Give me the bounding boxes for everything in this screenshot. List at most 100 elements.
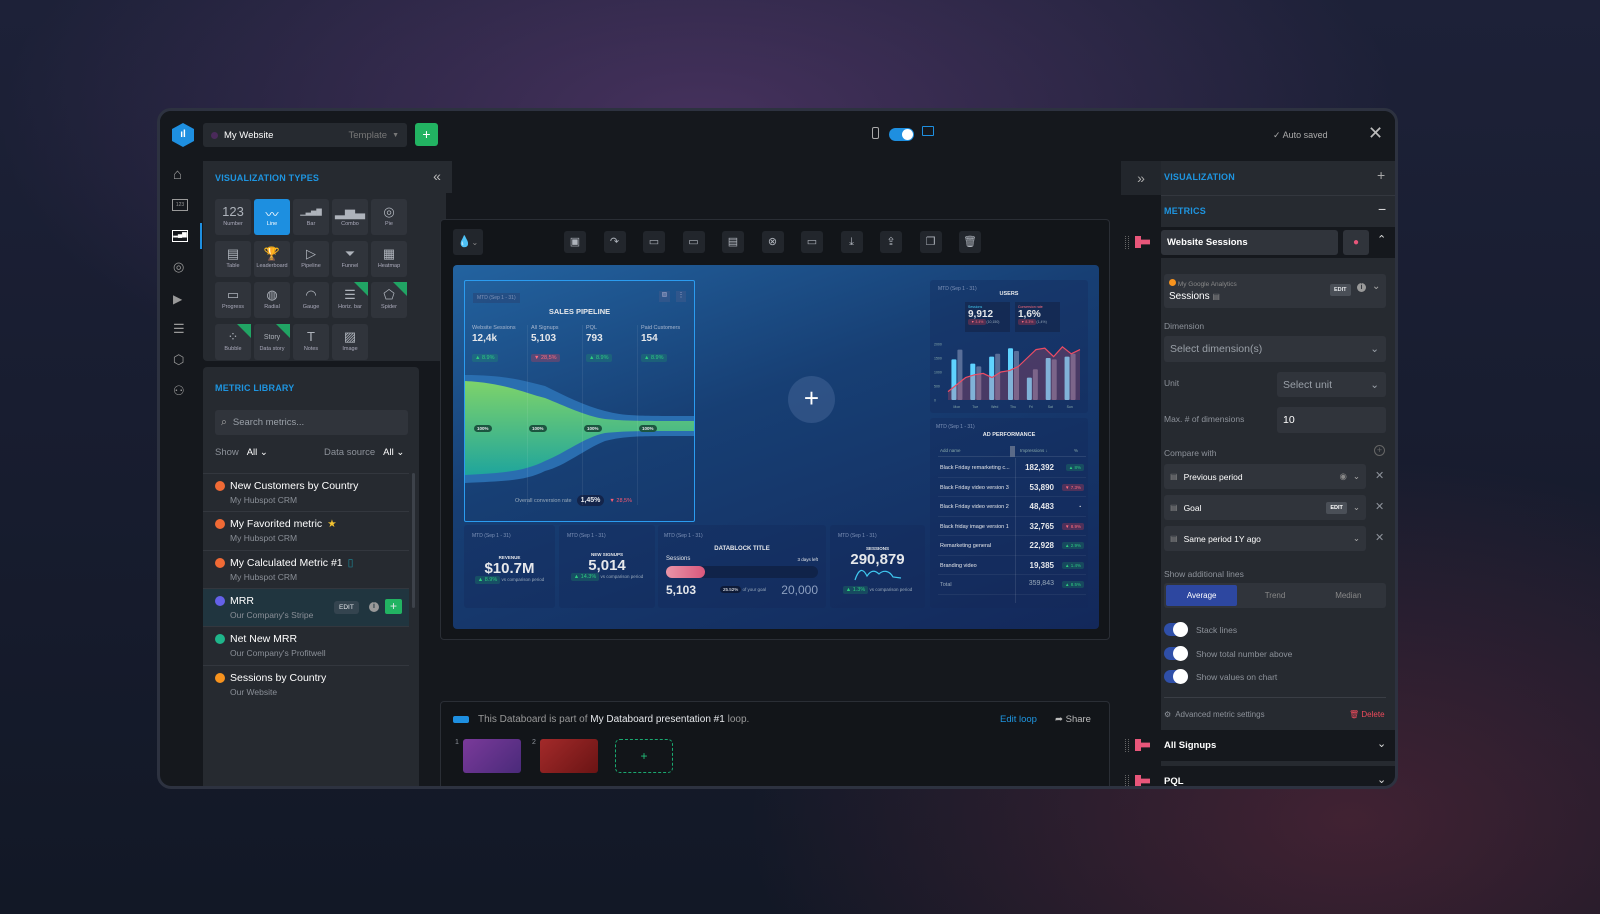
edit-loop-link[interactable]: Edit loop <box>1000 714 1037 725</box>
eye-icon[interactable]: ◉ <box>1339 471 1346 482</box>
add-block-button[interactable]: + <box>788 376 835 423</box>
metrics-section-header[interactable]: METRICS <box>1164 206 1206 216</box>
view-toggle[interactable] <box>889 128 914 141</box>
add-slide-button[interactable]: + <box>615 739 673 773</box>
loop-name[interactable]: My Databoard presentation #1 <box>590 714 725 725</box>
trash-button[interactable]: 🗑 <box>959 231 981 253</box>
remove-block-button[interactable]: ▭ <box>682 231 705 253</box>
duplicate-button[interactable]: ❐ <box>919 231 942 253</box>
table-row[interactable]: Black Friday remarketing c... 182,392 ▲ 8% <box>938 458 1086 478</box>
edit-metric-button[interactable]: EDIT <box>1330 284 1351 296</box>
metric-list-item[interactable]: MRR Our Company's Stripe EDIT i + <box>203 587 409 626</box>
data-source-filter[interactable]: Data source All ⌄ <box>324 447 404 458</box>
add-dashboard-button[interactable]: + <box>415 123 438 146</box>
remove-comparison-icon[interactable]: ✕ <box>1375 531 1384 544</box>
date-range-selector[interactable]: MTD (Sep 1 - 31) <box>838 533 877 539</box>
dimension-select[interactable]: Select dimension(s) ⌄ <box>1164 336 1386 362</box>
new-signups-block[interactable]: MTD (Sep 1 - 31) NEW SIGNUPS 5,014 ▲ 14.… <box>559 525 655 608</box>
visualization-icon[interactable]: ▂▄▆ <box>172 230 188 242</box>
metric-list-scrollbar[interactable] <box>412 473 415 608</box>
chevron-down-icon[interactable]: ⌄ <box>1353 502 1360 513</box>
hierarchy-icon[interactable]: ⚇ <box>173 383 185 399</box>
info-icon[interactable]: i <box>1357 283 1366 292</box>
redo-button[interactable]: ↷ <box>603 231 626 253</box>
collapse-panel-button[interactable]: « <box>422 161 452 193</box>
presentation-icon[interactable]: ▶ <box>173 292 182 306</box>
viz-type-number[interactable]: 123 Number <box>215 199 251 235</box>
table-row[interactable]: Total 359,843 ▲ 8.5% <box>938 575 1086 595</box>
viz-type-data-story[interactable]: Story Data story <box>254 323 290 360</box>
metric-list-item[interactable]: Sessions by Country Our Website <box>203 664 409 703</box>
viz-type-leaderboard[interactable]: 🏆 Leaderboard <box>254 240 290 277</box>
chevron-down-icon[interactable]: ⌄ <box>1353 533 1360 544</box>
metric-header-pql[interactable]: PQL ⌄ <box>1121 766 1395 786</box>
viz-type-bar[interactable]: ▁▃▅▇ Bar <box>293 199 329 235</box>
drag-handle-icon[interactable] <box>1125 739 1129 752</box>
viz-type-bubble[interactable]: ⁘ Bubble <box>215 323 251 360</box>
goals-icon[interactable]: ◎ <box>173 259 184 275</box>
table-row[interactable]: Black Friday video version 3 53,890 ▼ 7.3% <box>938 478 1086 497</box>
table-row[interactable]: Remarketing general 22,928 ▲ 2.9% <box>938 536 1086 556</box>
users-block[interactable]: MTD (Sep 1 - 31) USERS 2000 1500 1000 500 0 M… <box>930 280 1088 413</box>
date-range-selector[interactable]: MTD (Sep 1 - 31) <box>473 293 520 303</box>
table-row[interactable]: Branding video 19,385 ▲ 1.4% <box>938 556 1086 575</box>
metric-list-item[interactable]: My Calculated Metric #1 ▯ My Hubspot CRM <box>203 549 409 588</box>
date-range-selector[interactable]: MTD (Sep 1 - 31) <box>472 533 511 539</box>
compare-option[interactable]: ▤ Goal EDIT ⌄ <box>1164 495 1366 520</box>
date-range-selector[interactable]: MTD (Sep 1 - 31) <box>567 533 606 539</box>
image-button[interactable]: ▣ <box>564 231 586 253</box>
add-block-button[interactable]: ▭ <box>643 231 665 253</box>
column-header[interactable]: Add name <box>940 448 961 453</box>
slide-thumbnail-2[interactable] <box>540 739 598 773</box>
compare-option[interactable]: ▤ Same period 1Y ago ⌄ <box>1164 526 1366 551</box>
collapse-icon[interactable]: − <box>1378 201 1386 217</box>
tab-average[interactable]: Average <box>1166 585 1238 606</box>
chevron-down-icon[interactable]: ⌄ <box>1377 737 1386 750</box>
datasets-icon[interactable]: ☰ <box>173 321 185 337</box>
share-button[interactable]: ➦ Share <box>1055 714 1091 725</box>
shapes-icon[interactable]: ⬡ <box>173 352 184 368</box>
chevron-up-icon[interactable]: ⌃ <box>1377 233 1386 246</box>
viz-type-heatmap[interactable]: ▦ Heatmap <box>371 240 407 277</box>
chevron-down-icon[interactable]: ⌄ <box>1353 471 1360 482</box>
toggle-show-total-number-above[interactable] <box>1164 645 1188 661</box>
add-icon[interactable]: + <box>1377 167 1385 183</box>
calendar-button[interactable]: ▤ <box>722 231 744 253</box>
color-theme-button[interactable]: 💧⌄ <box>453 229 483 255</box>
ad-performance-block[interactable]: MTD (Sep 1 - 31) AD PERFORMANCE Add name… <box>930 418 1088 608</box>
compare-option[interactable]: ▤ Previous period ◉ ⌄ <box>1164 464 1366 489</box>
drag-handle-icon[interactable] <box>1125 775 1129 786</box>
download-button[interactable]: ⤓ <box>840 231 863 253</box>
edit-metric-button[interactable]: EDIT <box>334 600 359 614</box>
number-block-icon[interactable]: 123 <box>172 199 188 211</box>
viz-type-pipeline[interactable]: ▷ Pipeline <box>293 240 329 277</box>
table-row[interactable]: Black friday image version 1 32,765 ▼ 8.9% <box>938 517 1086 536</box>
tab-median[interactable]: Median <box>1313 585 1384 606</box>
table-row[interactable]: Black Friday video version 2 48,483 • <box>938 497 1086 517</box>
column-resize-handle[interactable] <box>1010 446 1015 457</box>
metric-list-item[interactable]: New Customers by Country My Hubspot CRM <box>203 473 409 511</box>
expand-panel-button[interactable]: » <box>1121 161 1161 195</box>
viz-type-table[interactable]: ▤ Table <box>215 240 251 277</box>
info-icon[interactable]: i <box>369 601 379 612</box>
remove-comparison-icon[interactable]: ✕ <box>1375 469 1384 482</box>
show-filter[interactable]: Show All ⌄ <box>215 447 268 458</box>
viz-type-gauge[interactable]: ◠ Gauge <box>293 282 329 318</box>
edit-goal-button[interactable]: EDIT <box>1326 501 1347 514</box>
visualization-section-header[interactable]: VISUALIZATION <box>1164 172 1235 182</box>
delete-metric-button[interactable]: 🗑 Delete <box>1349 710 1385 719</box>
viz-type-spider[interactable]: ⬠ Spider <box>371 282 407 318</box>
metric-list-item[interactable]: Net New MRR Our Company's Profitwell <box>203 626 409 664</box>
unit-select[interactable]: Select unit ⌄ <box>1277 372 1386 397</box>
date-range-selector[interactable]: MTD (Sep 1 - 31) <box>664 533 703 539</box>
link-button[interactable]: ⊗ <box>761 231 784 253</box>
date-range-selector[interactable]: MTD (Sep 1 - 31) <box>936 424 975 430</box>
viz-type-combo[interactable]: ▂▅▃ Combo <box>332 199 368 235</box>
metric-header-website-sessions[interactable]: Website Sessions ● ⌃ <box>1121 227 1395 258</box>
export-button[interactable]: ⇪ <box>880 231 902 253</box>
slide-thumbnail-1[interactable] <box>463 739 521 773</box>
add-comparison-icon[interactable]: + <box>1374 445 1385 456</box>
toggle-stack-lines[interactable] <box>1164 622 1188 637</box>
close-icon[interactable]: ✕ <box>1368 123 1383 144</box>
viz-type-funnel[interactable]: ⏷ Funnel <box>332 240 368 277</box>
